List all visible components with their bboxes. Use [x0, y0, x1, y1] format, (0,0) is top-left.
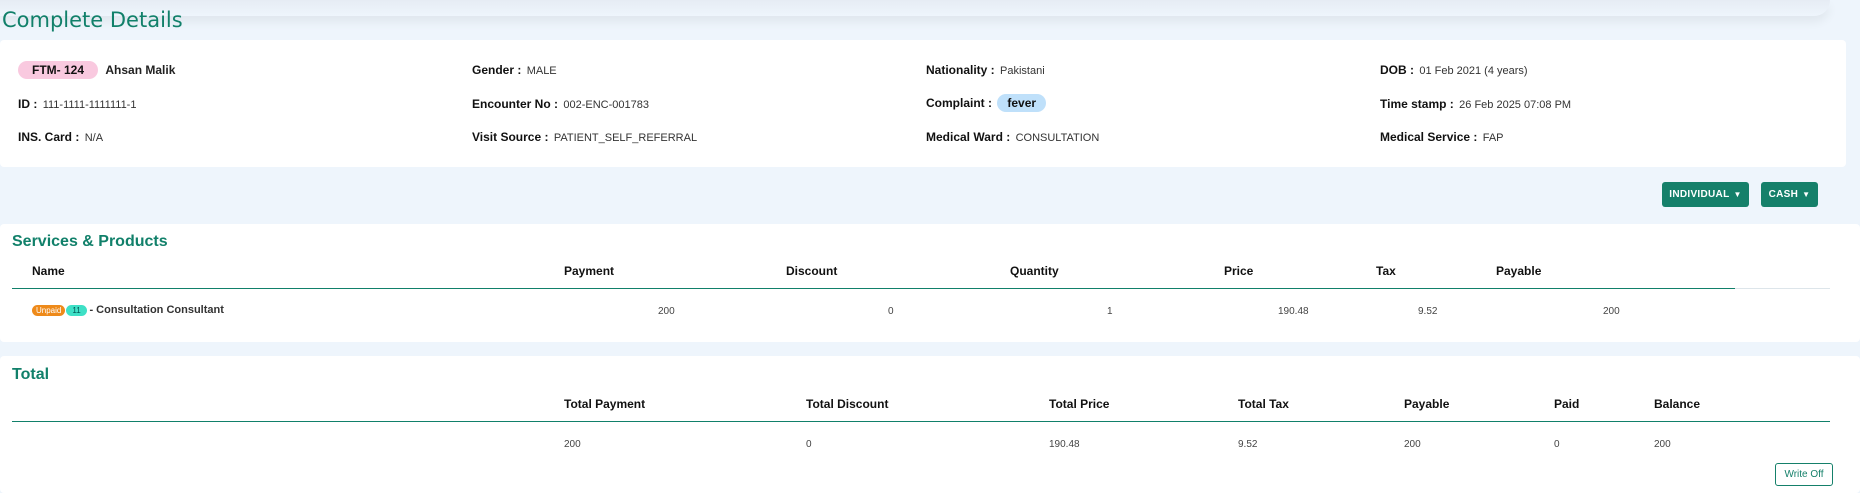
- caret-down-icon: ▼: [1733, 190, 1742, 199]
- col-header-payment: Payment: [564, 264, 615, 278]
- encounter-field: Encounter No : 002-ENC-001783: [472, 97, 649, 111]
- patient-code-badge: FTM- 124: [18, 61, 99, 79]
- total-section-title: Total: [12, 366, 50, 383]
- gender-value: MALE: [526, 65, 557, 77]
- id-field: ID : 111-1111-1111111-1: [18, 97, 136, 111]
- discount-cell: 0: [888, 306, 894, 317]
- payable-cell: 200: [1603, 306, 1620, 317]
- paid-value: 0: [1554, 439, 1560, 450]
- col-header-name: Name: [32, 264, 65, 278]
- total-header-divider: [12, 421, 1830, 422]
- gender-field: Gender : MALE: [472, 63, 557, 77]
- total-payment-value: 200: [564, 439, 581, 450]
- col-header-balance: Balance: [1654, 397, 1701, 411]
- medical-service-label: Medical Service :: [1380, 130, 1478, 144]
- col-header-tax: Tax: [1376, 264, 1396, 278]
- complaint-badge: fever: [997, 94, 1047, 112]
- services-section-title: Services & Products: [12, 233, 168, 250]
- total-card: Total Total Payment Total Discount Total…: [0, 356, 1860, 493]
- medical-ward-field: Medical Ward : CONSULTATION: [926, 130, 1099, 144]
- price-cell: 190.48: [1278, 306, 1309, 317]
- gender-label: Gender :: [472, 63, 522, 77]
- ins-card-label: INS. Card :: [18, 130, 80, 144]
- id-label: ID :: [18, 97, 38, 111]
- total-price-value: 190.48: [1049, 439, 1080, 450]
- nationality-value: Pakistani: [1000, 65, 1045, 77]
- cash-button-label: CASH: [1768, 189, 1799, 200]
- quantity-cell: 1: [1107, 306, 1113, 317]
- page-title: Complete Details: [2, 8, 183, 32]
- medical-ward-label: Medical Ward :: [926, 130, 1011, 144]
- visit-source-label: Visit Source :: [472, 130, 549, 144]
- total-discount-value: 0: [806, 439, 812, 450]
- medical-service-field: Medical Service : FAP: [1380, 130, 1504, 144]
- col-header-total-payable: Payable: [1404, 397, 1450, 411]
- service-code-badge: 11: [66, 305, 87, 316]
- individual-dropdown-button[interactable]: INDIVIDUAL ▼: [1662, 182, 1749, 207]
- service-name: - Consultation Consultant: [89, 304, 224, 316]
- timestamp-value: 26 Feb 2025 07:08 PM: [1459, 99, 1572, 111]
- ins-card-field: INS. Card : N/A: [18, 130, 103, 144]
- dob-label: DOB :: [1380, 63, 1414, 77]
- col-header-paid: Paid: [1554, 397, 1580, 411]
- nationality-field: Nationality : Pakistani: [926, 63, 1045, 77]
- complaint-field: Complaint : fever: [926, 94, 1047, 112]
- encounter-value: 002-ENC-001783: [563, 99, 649, 111]
- write-off-button[interactable]: Write Off: [1775, 463, 1833, 486]
- col-header-discount: Discount: [786, 264, 838, 278]
- payment-cell: 200: [658, 306, 675, 317]
- dob-field: DOB : 01 Feb 2021 (4 years): [1380, 63, 1528, 77]
- visit-source-field: Visit Source : PATIENT_SELF_REFERRAL: [472, 130, 697, 144]
- patient-details-card: FTM- 124 Ahsan Malik Gender : MALE Natio…: [0, 40, 1846, 167]
- cash-dropdown-button[interactable]: CASH ▼: [1761, 182, 1818, 207]
- col-header-total-payment: Total Payment: [564, 397, 646, 411]
- caret-down-icon: ▼: [1802, 190, 1811, 199]
- patient-identity: FTM- 124 Ahsan Malik: [18, 61, 175, 79]
- table-header-divider: [12, 288, 1735, 289]
- unpaid-status-badge: Unpaid: [32, 305, 66, 316]
- id-value: 111-1111-1111111-1: [42, 99, 137, 111]
- balance-value: 200: [1654, 439, 1671, 450]
- col-header-total-discount: Total Discount: [806, 397, 889, 411]
- col-header-total-price: Total Price: [1049, 397, 1110, 411]
- timestamp-label: Time stamp :: [1380, 97, 1454, 111]
- timestamp-field: Time stamp : 26 Feb 2025 07:08 PM: [1380, 97, 1571, 111]
- col-header-quantity: Quantity: [1010, 264, 1059, 278]
- total-payable-value: 200: [1404, 439, 1421, 450]
- medical-ward-value: CONSULTATION: [1015, 132, 1100, 144]
- total-tax-value: 9.52: [1238, 439, 1258, 450]
- col-header-total-tax: Total Tax: [1238, 397, 1289, 411]
- nationality-label: Nationality :: [926, 63, 995, 77]
- table-header-divider-end: [1735, 288, 1830, 289]
- visit-source-value: PATIENT_SELF_REFERRAL: [553, 132, 698, 144]
- ins-card-value: N/A: [84, 132, 104, 144]
- tax-cell: 9.52: [1418, 306, 1438, 317]
- top-shadow-bar: [0, 0, 1830, 16]
- dob-value: 01 Feb 2021 (4 years): [1419, 65, 1528, 77]
- complaint-label: Complaint :: [926, 96, 992, 110]
- medical-service-value: FAP: [1482, 132, 1504, 144]
- col-header-payable: Payable: [1496, 264, 1542, 278]
- individual-button-label: INDIVIDUAL: [1669, 189, 1730, 200]
- service-name-cell: Unpaid 11 - Consultation Consultant: [32, 304, 224, 316]
- patient-name: Ahsan Malik: [105, 63, 176, 77]
- col-header-price: Price: [1224, 264, 1254, 278]
- encounter-label: Encounter No :: [472, 97, 558, 111]
- services-products-card: Services & Products Name Payment Discoun…: [0, 224, 1860, 342]
